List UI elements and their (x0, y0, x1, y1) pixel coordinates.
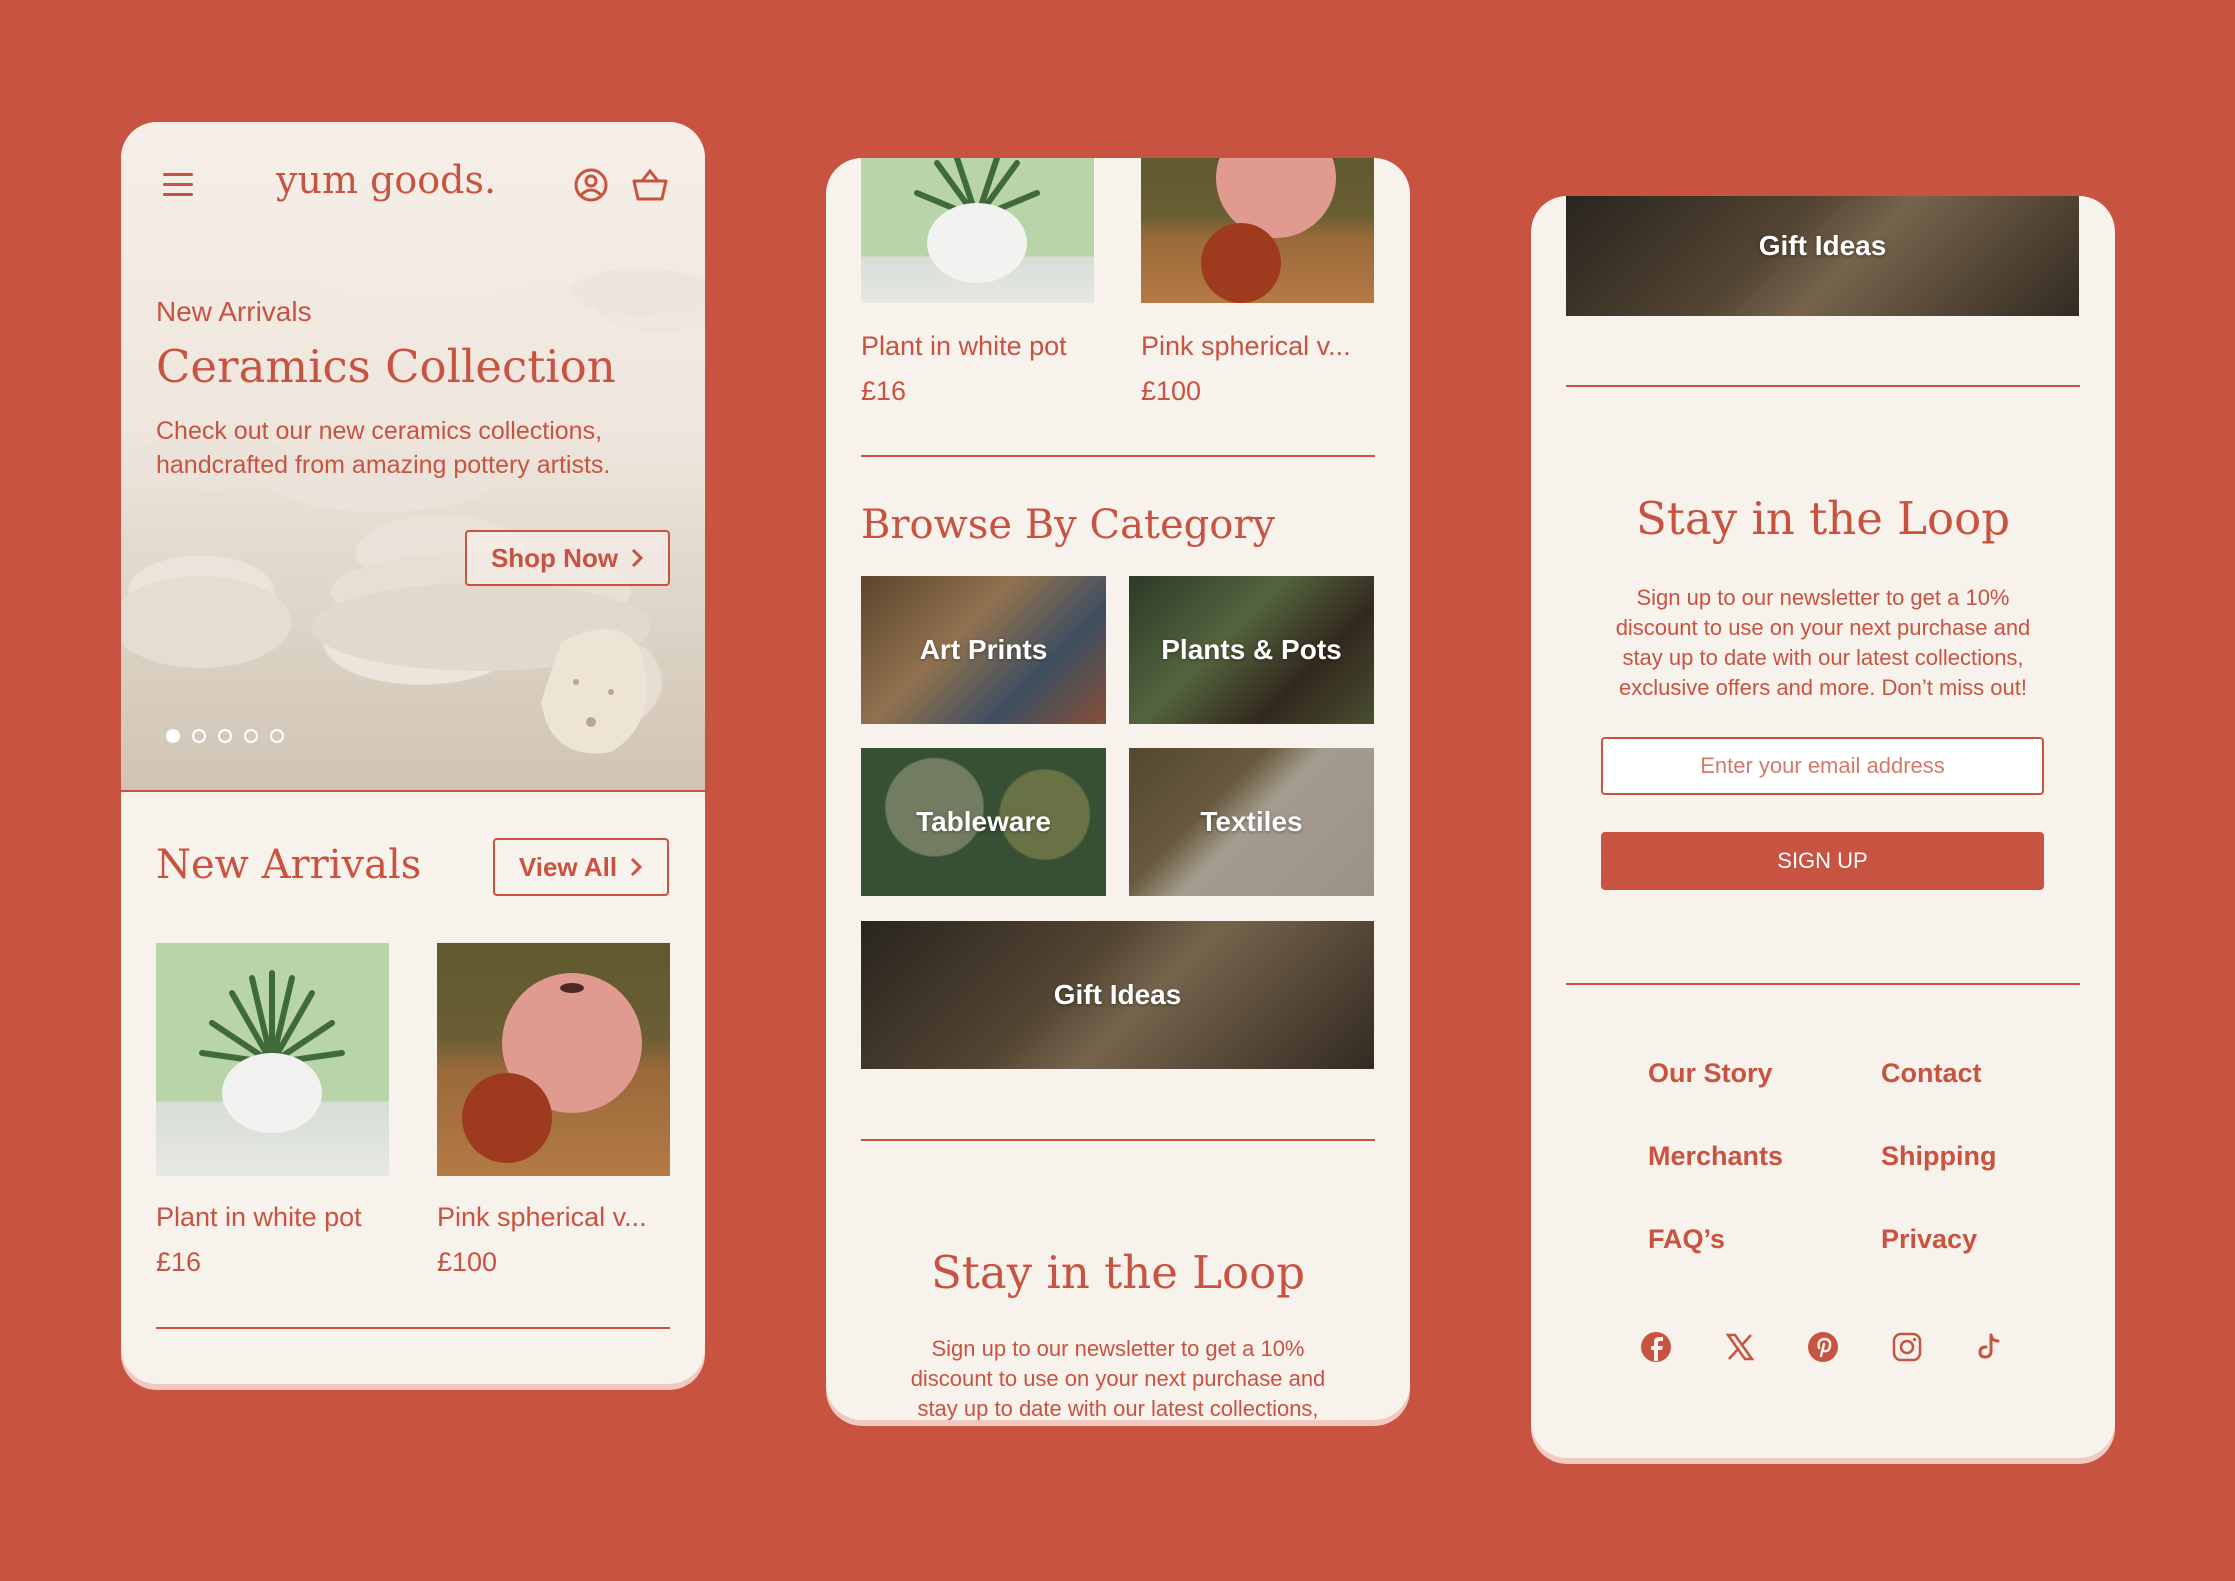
basket-icon (632, 168, 668, 201)
footer-link-privacy[interactable]: Privacy (1881, 1224, 1977, 1255)
carousel-dot[interactable] (192, 729, 206, 743)
facebook-icon[interactable] (1640, 1331, 1672, 1363)
phone-home: yum goods. New Arrivals Ceramics Collect… (121, 122, 705, 1384)
newsletter-body-line: Sign up to our newsletter to get a 10% (1636, 585, 2010, 610)
carousel-dot[interactable] (166, 729, 180, 743)
shop-now-button[interactable]: Shop Now (465, 530, 670, 586)
section-title: Browse By Category (861, 502, 1276, 548)
category-label: Gift Ideas (1053, 979, 1182, 1010)
newsletter-body-line: discount to use on your next purchase an… (1615, 615, 2031, 640)
tiktok-icon[interactable] (1974, 1331, 2006, 1363)
view-all-button[interactable]: View All (493, 838, 669, 896)
hero-body: Check out our new ceramics collections, … (156, 417, 611, 479)
category-gift-ideas[interactable]: Gift Ideas (861, 921, 1374, 1069)
newsletter-body-line: Sign up to our newsletter to get a 10% (931, 1336, 1305, 1361)
product-price: £100 (1141, 376, 1202, 406)
cart-button[interactable] (631, 167, 669, 208)
chevron-right-icon (631, 548, 644, 568)
divider (156, 1327, 670, 1329)
product-name[interactable]: Pink spherical v... (1141, 331, 1351, 362)
section-title: New Arrivals (156, 842, 422, 888)
shop-now-label: Shop Now (490, 542, 619, 573)
product-image-plant[interactable] (156, 943, 389, 1176)
category-gift-ideas[interactable]: Gift Ideas (1566, 196, 2079, 316)
divider (861, 1139, 1375, 1141)
account-button[interactable] (573, 167, 609, 208)
category-textiles[interactable]: Textiles (1129, 748, 1374, 896)
category-art-prints[interactable]: Art Prints (861, 576, 1106, 724)
phone-footer: Gift Ideas Stay in the Loop Sign up to o… (1531, 196, 2115, 1458)
category-label: Tableware (916, 806, 1051, 837)
hamburger-icon (163, 173, 193, 196)
vase-illustration (462, 973, 642, 1163)
plant-illustration (914, 158, 1040, 283)
footer-link-faqs[interactable]: FAQ’s (1648, 1224, 1725, 1255)
carousel-dot[interactable] (270, 729, 284, 743)
footer-link-merchants[interactable]: Merchants (1648, 1141, 1783, 1172)
product-name[interactable]: Plant in white pot (156, 1202, 362, 1233)
product-image-plant[interactable] (861, 158, 1094, 303)
category-label: Gift Ideas (1758, 230, 1887, 261)
hero-title: Ceramics Collection (156, 340, 616, 393)
carousel-dot[interactable] (218, 729, 232, 743)
product-image-vase[interactable] (437, 943, 670, 1176)
newsletter-title: Stay in the Loop (1635, 492, 2011, 545)
carousel-dot[interactable] (244, 729, 258, 743)
footer-link-contact[interactable]: Contact (1881, 1058, 1982, 1089)
divider (861, 455, 1375, 457)
pinterest-icon[interactable] (1807, 1331, 1839, 1363)
footer-link-shipping[interactable]: Shipping (1881, 1141, 1996, 1172)
category-label: Plants & Pots (1161, 634, 1342, 665)
product-name[interactable]: Plant in white pot (861, 331, 1067, 362)
product-price: £16 (156, 1247, 202, 1277)
product-name[interactable]: Pink spherical v... (437, 1202, 647, 1233)
chevron-right-icon (631, 857, 643, 877)
plant-illustration (199, 970, 345, 1133)
instagram-icon[interactable] (1891, 1331, 1923, 1363)
view-all-label: View All (518, 851, 618, 882)
sign-up-button[interactable]: SIGN UP (1601, 832, 2044, 890)
hero-banner: yum goods. New Arrivals Ceramics Collect… (121, 122, 705, 792)
phone-categories: Plant in white pot £16 Pink spherical v.… (826, 158, 1410, 1420)
newsletter-body-line: discount to use on your next purchase an… (910, 1366, 1326, 1391)
menu-button[interactable] (161, 168, 197, 205)
category-label: Art Prints (919, 634, 1048, 665)
divider (1566, 385, 2080, 387)
product-price: £16 (861, 376, 907, 406)
user-circle-icon (574, 168, 608, 202)
product-image-vase[interactable] (1141, 158, 1374, 303)
newsletter-body-line: exclusive offers and more. Don’t miss ou… (1619, 675, 2027, 700)
category-tableware[interactable]: Tableware (861, 748, 1106, 896)
product-price: £100 (437, 1247, 498, 1277)
vase-illustration (1201, 158, 1336, 303)
email-field[interactable] (1601, 737, 2044, 795)
logo[interactable]: yum goods. (276, 158, 496, 202)
divider (1566, 983, 2080, 985)
newsletter-body-line: stay up to date with our latest collecti… (1622, 645, 2024, 670)
carousel-dots (166, 729, 284, 743)
hero-eyebrow: New Arrivals (156, 296, 312, 327)
category-label: Textiles (1200, 806, 1303, 837)
footer-link-our-story[interactable]: Our Story (1648, 1058, 1773, 1089)
category-plants-pots[interactable]: Plants & Pots (1129, 576, 1374, 724)
newsletter-body-line: stay up to date with our latest collecti… (917, 1396, 1319, 1420)
x-icon[interactable] (1724, 1331, 1756, 1363)
newsletter-title: Stay in the Loop (930, 1246, 1306, 1299)
